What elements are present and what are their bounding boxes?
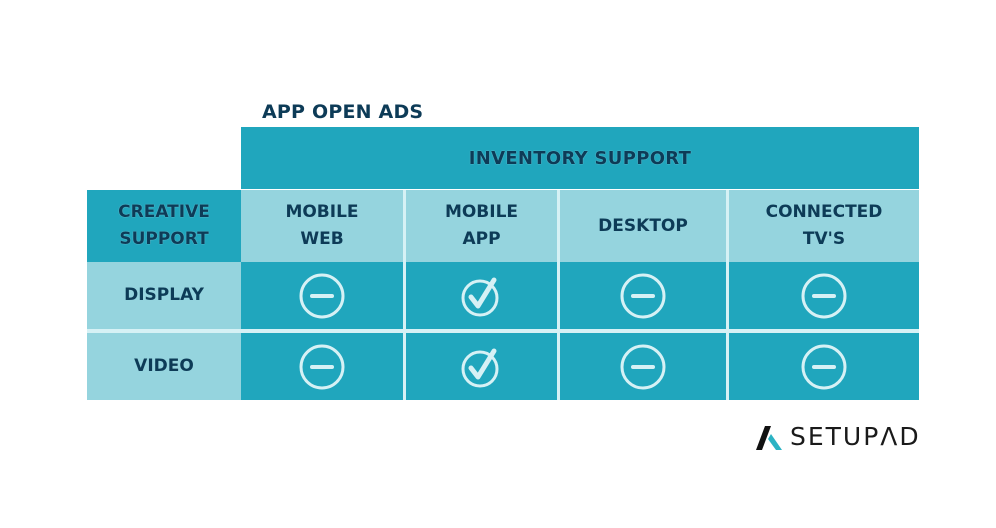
creative-support-header: CREATIVE SUPPORT — [87, 190, 241, 262]
table-cell-display-mobile-app — [406, 262, 557, 329]
table-cell-display-desktop — [560, 262, 726, 329]
column-divider — [403, 190, 406, 400]
column-divider — [557, 190, 560, 400]
minus-circle-icon — [801, 344, 847, 389]
minus-circle-icon — [620, 273, 666, 318]
setupad-logo-text: SETUPΛD — [790, 422, 921, 451]
inventory-support-header: INVENTORY SUPPORT — [241, 127, 919, 189]
table-cell-video-connected-tv — [729, 333, 919, 400]
setupad-logo-mark-icon — [756, 426, 782, 450]
table-cell-display-connected-tv — [729, 262, 919, 329]
creative-support-label: CREATIVE SUPPORT — [118, 202, 210, 249]
column-header-desktop: DESKTOP — [560, 190, 726, 262]
page-title: APP OPEN ADS — [262, 101, 424, 123]
minus-circle-icon — [620, 344, 666, 389]
minus-circle-icon — [299, 273, 345, 318]
minus-circle-icon — [801, 273, 847, 318]
inventory-support-label: INVENTORY SUPPORT — [468, 147, 692, 169]
check-circle-icon — [461, 348, 498, 387]
table-cell-video-desktop — [560, 333, 726, 400]
check-circle-icon — [461, 277, 498, 316]
column-header-connected-tv: CONNECTED TV'S — [729, 190, 919, 262]
row-divider — [87, 329, 919, 333]
column-header-mobile-web: MOBILE WEB — [241, 190, 403, 262]
row-label-display: DISPLAY — [87, 262, 241, 329]
table-cell-video-mobile-app — [406, 333, 557, 400]
table-cell-display-mobile-web — [241, 262, 403, 329]
minus-circle-icon — [299, 344, 345, 389]
row-label-video: VIDEO — [87, 333, 241, 400]
table-cell-video-mobile-web — [241, 333, 403, 400]
column-divider — [726, 190, 729, 400]
column-header-mobile-app: MOBILE APP — [406, 190, 557, 262]
